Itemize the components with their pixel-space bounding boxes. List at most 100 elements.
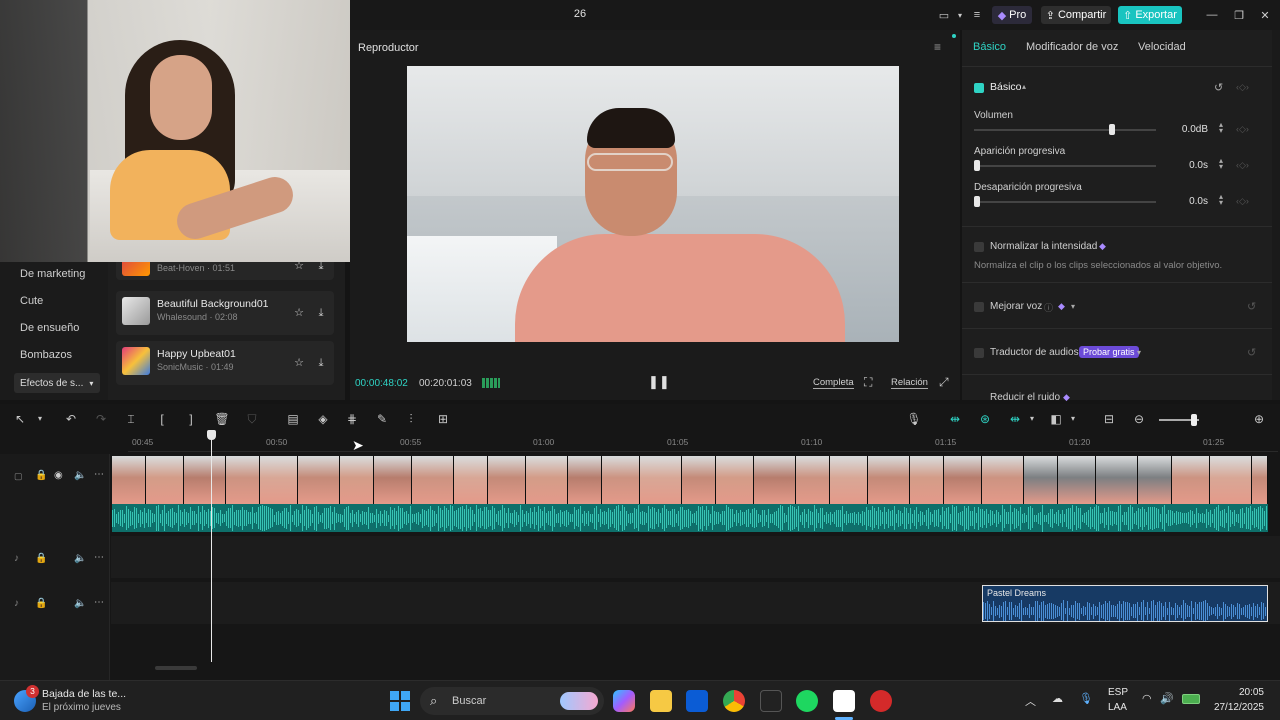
taskbar-search[interactable]: ⌕ Buscar: [420, 687, 604, 715]
shield-icon[interactable]: ⛉: [244, 412, 260, 426]
microsoft-store-icon[interactable]: [686, 690, 708, 712]
basic-checkbox[interactable]: [974, 83, 984, 93]
wifi-icon[interactable]: ◠: [1142, 692, 1152, 705]
copilot-icon[interactable]: [613, 690, 635, 712]
microphone-icon[interactable]: 🎙: [906, 412, 922, 426]
shape-icon[interactable]: ◈: [315, 412, 331, 426]
speaker-icon[interactable]: 🔈: [74, 553, 86, 564]
reset-icon[interactable]: ↺: [1247, 300, 1256, 313]
link-icon[interactable]: ⇹: [947, 412, 963, 426]
align-icon[interactable]: ⫶: [403, 412, 419, 426]
speaker-icon[interactable]: 🔈: [74, 598, 86, 609]
zoom-slider[interactable]: [1159, 414, 1199, 426]
fade-out-value[interactable]: 0.0s: [1172, 196, 1208, 207]
language-indicator[interactable]: ESP: [1108, 687, 1128, 698]
pause-icon[interactable]: ❚❚: [648, 374, 670, 390]
epic-games-icon[interactable]: [760, 690, 782, 712]
category-dropdown[interactable]: Efectos de s... ▾: [14, 373, 100, 393]
caption-icon[interactable]: ▤: [285, 412, 301, 426]
split-preview-icon[interactable]: ◧: [1048, 412, 1064, 426]
clock-time[interactable]: 20:05: [1212, 687, 1264, 698]
try-free-badge[interactable]: Probar gratis: [1079, 346, 1139, 358]
volume-slider-handle[interactable]: [1109, 124, 1115, 135]
speaker-icon[interactable]: 🔈: [74, 470, 86, 481]
cover-icon[interactable]: ▢: [14, 471, 23, 482]
audio-lane-1[interactable]: [111, 536, 1280, 578]
music-track-item[interactable]: Happy Upbeat01 SonicMusic · 01:49 ☆ ⤓: [116, 341, 334, 385]
fullscreen-icon[interactable]: ⤢: [939, 375, 949, 390]
zoom-out-icon[interactable]: ⊖: [1131, 412, 1147, 426]
music-clip[interactable]: Pastel Dreams: [982, 585, 1268, 622]
delete-icon[interactable]: 🗑: [214, 412, 230, 426]
more-icon[interactable]: ⋯: [94, 552, 104, 563]
playhead[interactable]: [207, 430, 216, 662]
tab-basic[interactable]: Básico: [973, 41, 1006, 53]
category-item[interactable]: Cute: [20, 295, 43, 307]
lock-icon[interactable]: 🔒: [35, 470, 47, 481]
reset-icon[interactable]: ↺: [1214, 81, 1223, 94]
zoom-slider-handle[interactable]: [1191, 414, 1197, 426]
enhance-voice-checkbox[interactable]: [974, 302, 984, 312]
capcut-icon[interactable]: [833, 690, 855, 712]
lock-icon[interactable]: 🔒: [35, 553, 47, 564]
stepper-icon[interactable]: ▴ ▾: [1219, 157, 1223, 171]
news-title[interactable]: Bajada de las te...: [42, 688, 126, 700]
share-button[interactable]: ⇪ Compartir: [1041, 6, 1111, 24]
preview-axis-icon[interactable]: ⊟: [1101, 412, 1117, 426]
pro-button[interactable]: ◆ Pro: [992, 6, 1032, 24]
magic-icon[interactable]: ✎: [374, 412, 390, 426]
export-button[interactable]: ⇧ Exportar: [1118, 6, 1182, 24]
close-icon[interactable]: ✕: [1257, 6, 1273, 24]
volume-icon[interactable]: 🔊: [1160, 692, 1174, 705]
aspect-ratio-button[interactable]: Relación: [891, 377, 928, 389]
lock-icon[interactable]: 🔒: [35, 598, 47, 609]
keyframe-icon[interactable]: ‹◇›: [1236, 82, 1249, 93]
menu-icon[interactable]: ≡: [968, 6, 986, 24]
select-tool-icon[interactable]: ↖: [12, 412, 28, 426]
chevron-down-icon[interactable]: ▾: [1065, 412, 1081, 426]
chevron-down-icon[interactable]: ▾: [1024, 412, 1040, 426]
chevron-down-icon[interactable]: ▾: [1137, 348, 1141, 357]
normalize-checkbox[interactable]: [974, 242, 984, 252]
adjust-icon[interactable]: ⋕: [344, 412, 360, 426]
restore-icon[interactable]: ❐: [1231, 6, 1247, 24]
chevron-down-icon[interactable]: ▾: [1071, 302, 1075, 311]
category-item[interactable]: De marketing: [20, 268, 85, 280]
fade-in-slider[interactable]: [974, 160, 1156, 171]
more-icon[interactable]: ⋯: [94, 597, 104, 608]
magnet-icon[interactable]: ⊛: [977, 412, 993, 426]
timeline-scrollbar[interactable]: [155, 666, 197, 670]
trim-left-icon[interactable]: [: [154, 412, 170, 426]
full-quality-button[interactable]: Completa: [813, 377, 854, 389]
microphone-icon[interactable]: 🎙: [1079, 692, 1093, 705]
translator-checkbox[interactable]: [974, 348, 984, 358]
spotify-icon[interactable]: [796, 690, 818, 712]
fade-in-value[interactable]: 0.0s: [1172, 160, 1208, 171]
video-clip[interactable]: [112, 456, 1268, 504]
layout-icon[interactable]: ▭: [935, 6, 953, 24]
category-item[interactable]: Bombazos: [20, 349, 72, 361]
timeline-ruler[interactable]: [128, 434, 1278, 452]
inspector-scrollbar[interactable]: [1272, 30, 1280, 400]
tab-voice-changer[interactable]: Modificador de voz: [1026, 41, 1118, 53]
player-menu-icon[interactable]: ≡: [934, 40, 941, 54]
freeze-icon[interactable]: ⊞: [435, 412, 451, 426]
video-preview[interactable]: [407, 66, 899, 342]
volume-slider[interactable]: [974, 124, 1156, 135]
app-icon[interactable]: [870, 690, 892, 712]
playhead-handle[interactable]: [207, 430, 216, 440]
zoom-in-icon[interactable]: ⊕: [1251, 412, 1267, 426]
keyframe-icon[interactable]: ‹◇›: [1236, 160, 1249, 171]
stepper-icon[interactable]: ▴ ▾: [1219, 193, 1223, 207]
volume-value[interactable]: 0.0dB: [1172, 124, 1208, 135]
redo-icon[interactable]: ↷: [93, 412, 109, 426]
keyframe-icon[interactable]: ‹◇›: [1236, 196, 1249, 207]
chrome-icon[interactable]: [723, 690, 745, 712]
tab-speed[interactable]: Velocidad: [1138, 41, 1186, 53]
minimize-icon[interactable]: —: [1204, 6, 1220, 24]
fade-in-handle[interactable]: [974, 160, 980, 171]
eye-icon[interactable]: ◉: [54, 470, 63, 481]
fade-out-slider[interactable]: [974, 196, 1156, 207]
info-icon[interactable]: ⓘ: [1044, 301, 1053, 314]
more-icon[interactable]: ⋯: [94, 469, 104, 480]
